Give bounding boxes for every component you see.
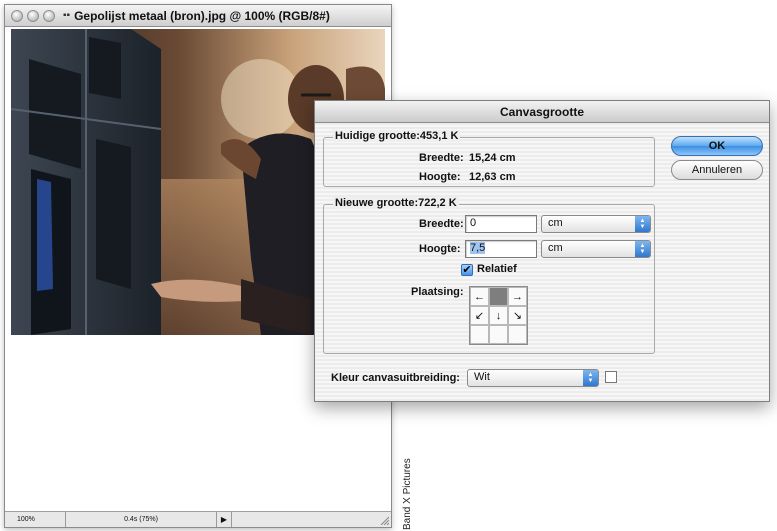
width-unit-value: cm [548, 217, 563, 229]
anchor-top-left-arrow-icon[interactable]: ← [470, 287, 489, 306]
canvas-size-dialog: Canvasgrootte Huidige grootte:453,1 K Br… [314, 100, 770, 402]
anchor-middle-right-arrow-icon[interactable]: ↘ [508, 306, 527, 325]
ok-button[interactable]: OK [671, 136, 763, 156]
new-width-label: Breedte: [419, 218, 464, 230]
current-width-value: 15,24 cm [469, 152, 516, 164]
height-unit-value: cm [548, 242, 563, 254]
new-height-label: Hoogte: [419, 243, 461, 255]
extension-color-select[interactable]: Wit ▲ ▼ [467, 369, 599, 387]
zoom-level[interactable]: 100% [5, 512, 66, 527]
anchor-top-right-arrow-icon[interactable]: → [508, 287, 527, 306]
new-width-input[interactable]: 0 [465, 215, 537, 233]
height-unit-stepper-icon: ▲ ▼ [635, 241, 650, 257]
anchor-middle-center-arrow-icon[interactable]: ↓ [489, 306, 508, 325]
new-width-value: 0 [470, 217, 477, 229]
anchor-bottom-right[interactable] [508, 325, 527, 344]
document-titlebar[interactable]: ▪▪ Gepolijst metaal (bron).jpg @ 100% (R… [5, 5, 391, 27]
document-icon: ▪▪ [63, 10, 71, 21]
extension-color-stepper-icon: ▲ ▼ [583, 370, 598, 386]
extension-color-label: Kleur canvasuitbreiding: [331, 372, 460, 384]
relative-checkbox[interactable]: ✔ [461, 264, 473, 276]
new-height-value: 7,5 [470, 242, 486, 254]
document-title: Gepolijst metaal (bron).jpg @ 100% (RGB/… [74, 8, 330, 23]
new-size-label: Nieuwe grootte:722,2 K [333, 197, 459, 209]
height-unit-select[interactable]: cm ▲ ▼ [541, 240, 651, 258]
anchor-middle-left-arrow-icon[interactable]: ↙ [470, 306, 489, 325]
status-menu-arrow-icon[interactable]: ▶ [217, 512, 232, 527]
dialog-title: Canvasgrootte [315, 101, 769, 123]
width-unit-select[interactable]: cm ▲ ▼ [541, 215, 651, 233]
window-controls [11, 9, 55, 22]
anchor-label: Plaatsing: [411, 286, 464, 298]
extension-color-value: Wit [474, 371, 490, 383]
anchor-grid: ← → ↙ ↓ ↘ [469, 286, 528, 345]
close-window-button[interactable] [11, 9, 23, 22]
minimize-window-button[interactable] [27, 9, 39, 22]
relative-label: Relatief [477, 263, 517, 275]
anchor-top-center[interactable] [489, 287, 508, 306]
current-width-label: Breedte: [419, 152, 464, 164]
current-size-label: Huidige grootte:453,1 K [333, 130, 461, 142]
photo-credit: Band X Pictures [402, 458, 413, 530]
anchor-bottom-left[interactable] [470, 325, 489, 344]
anchor-bottom-center[interactable] [489, 325, 508, 344]
checkmark-icon: ✔ [462, 263, 472, 276]
new-height-input[interactable]: 7,5 [465, 240, 537, 258]
status-info: 0.4s (75%) [66, 512, 217, 527]
extension-color-swatch[interactable] [605, 371, 617, 383]
cancel-button[interactable]: Annuleren [671, 160, 763, 180]
current-height-value: 12,63 cm [469, 171, 516, 183]
resize-grip-icon[interactable] [379, 515, 389, 525]
current-height-label: Hoogte: [419, 171, 461, 183]
width-unit-stepper-icon: ▲ ▼ [635, 216, 650, 232]
document-statusbar: 100% 0.4s (75%) ▶ [5, 511, 391, 527]
zoom-window-button[interactable] [43, 9, 55, 22]
